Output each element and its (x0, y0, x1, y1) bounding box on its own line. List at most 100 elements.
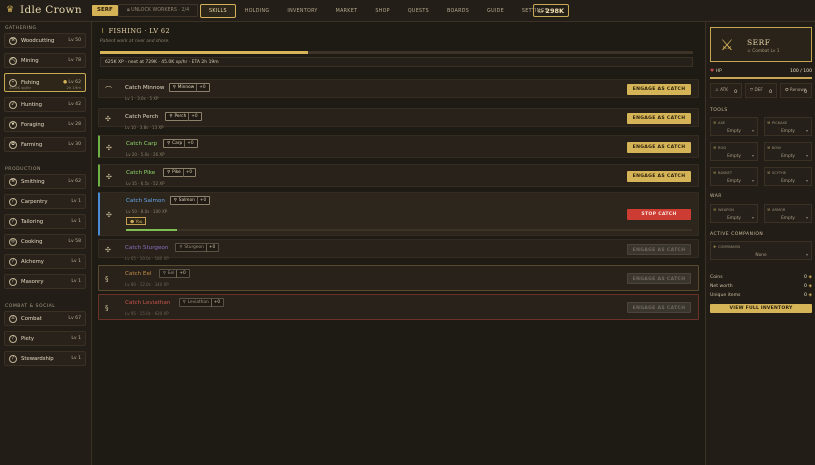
sidebar-item-masonry[interactable]: / Masonry Lv 1 (4, 274, 86, 289)
item-tag-count: +0 (196, 83, 206, 92)
sidebar-item-tailoring[interactable]: / Tailoring Lv 1 (4, 214, 86, 229)
action-meta: Lv 65 · 10.0s · 180 XP (125, 256, 169, 261)
sidebar-item-combat[interactable]: ⚔ Combat Lv 67 (4, 311, 86, 326)
sidebar-item-smithing[interactable]: ⚒ Smithing Lv 62 (4, 174, 86, 189)
slot-axe[interactable]: ⚒ AXE Empty ▾ (710, 117, 758, 136)
slot-icon: ⚒ (713, 121, 717, 125)
scroll-icon: / (9, 354, 17, 363)
sidebar-level-text: Lv 42 (68, 102, 81, 107)
engage-catch-button[interactable]: ENGAGE AS CATCH (627, 273, 691, 284)
slot-scythe[interactable]: ⚒ SCYTHE Empty ▾ (764, 167, 812, 186)
sidebar-item-label: Farming (21, 141, 43, 148)
item-tag: ⚲ Minnow +0 (168, 83, 210, 92)
item-tag-count: +0 (205, 243, 215, 252)
view-inventory-button[interactable]: VIEW FULL INVENTORY (710, 304, 812, 313)
nav-skills[interactable]: SKILLS (200, 4, 236, 18)
nav-guide[interactable]: GUIDE (478, 4, 513, 18)
sidebar-item-label: Masonry (21, 278, 44, 285)
slot-value: Empty (727, 154, 741, 159)
sidebar-item-level: Lv 58 (68, 239, 81, 244)
slot-weapon[interactable]: ⚒ WEAPON Empty ▾ (710, 204, 758, 223)
engage-catch-button[interactable]: ENGAGE AS CATCH (627, 113, 691, 124)
slot-basket[interactable]: ⚒ BASKET Empty ▾ (710, 167, 758, 186)
sidebar-item-cooking[interactable]: ◎ Cooking Lv 58 (4, 234, 86, 249)
engage-catch-button[interactable]: ENGAGE AS CATCH (627, 142, 691, 153)
app-title: Idle Crown (20, 4, 82, 16)
player-card: ⚔ SERF ⚔ Combat Lv 1 (710, 27, 812, 62)
pickaxe-icon: ⛏ (9, 56, 17, 65)
action-row-carp: ✣ Catch Carp ⚲ Carp +0 Lv 20 · 5.0s · 26 X… (98, 135, 699, 158)
summary-net-worth: Net worth 0 ◈ (710, 284, 812, 289)
skills-sidebar: GATHERING ⚒ Woodcutting Lv 50 ⛏ Mining L… (0, 22, 92, 465)
nav-market[interactable]: MARKET (327, 4, 367, 18)
sidebar-item-piety[interactable]: / Piety Lv 1 (4, 331, 86, 346)
sidebar-item-fishing[interactable]: ⌁ Fishing ● Lv 62 45.0K xp/hr 2h 19m (4, 73, 86, 92)
sidebar-item-woodcutting[interactable]: ⚒ Woodcutting Lv 50 (4, 33, 86, 48)
slot-pickaxe[interactable]: ⚒ PICKAXE Empty ▾ (764, 117, 812, 136)
sidebar-level-text: Lv 30 (68, 142, 81, 147)
paw-icon: ❖ (713, 245, 717, 249)
companion-slot[interactable]: ❖ COMPANION None ▾ (710, 241, 812, 260)
sidebar-level-text: Lv 1 (71, 259, 81, 264)
slot-key: BASKET (718, 171, 733, 175)
coin-icon: ◈ (808, 275, 812, 280)
summary-unique-items: Unique items 0 ◈ (710, 293, 812, 298)
item-icon: ⚲ (162, 270, 166, 276)
sidebar-item-label: Stewardship (21, 355, 54, 362)
sidebar-item-alchemy[interactable]: / Alchemy Lv 1 (4, 254, 86, 269)
slot-rod[interactable]: ⚒ ROD Empty ▾ (710, 142, 758, 161)
summary-coins: Coins 0 ◈ (710, 275, 812, 280)
action-meta: Lv 35 · 6.5s · 52 XP (126, 181, 165, 186)
hp-label: HP (715, 69, 722, 74)
nav-holding[interactable]: HOLDING (236, 4, 279, 18)
sidebar-item-stewardship[interactable]: / Stewardship Lv 1 (4, 351, 86, 366)
sidebar-item-label: Combat (21, 315, 42, 322)
item-tag-count: +0 (184, 139, 194, 148)
unlock-workers-button[interactable]: 🔒︎ UNLOCK WORKERS · 2/4 (118, 4, 199, 17)
hp-value: 100 / 100 (789, 69, 812, 74)
swords-icon: ⚔ (9, 314, 17, 323)
sidebar-item-level: Lv 1 (71, 356, 81, 361)
sidebar-item-level: Lv 1 (71, 279, 81, 284)
slot-value: Empty (781, 179, 795, 184)
sidebar-level-text: Lv 67 (68, 316, 81, 321)
stop-catch-button[interactable]: STOP CATCH (627, 209, 691, 220)
sidebar-item-mining[interactable]: ⛏ Mining Lv 78 (4, 53, 86, 68)
slot-bow[interactable]: ⚒ BOW Empty ▾ (764, 142, 812, 161)
slot-key: PICKAXE (772, 121, 788, 125)
coins-display[interactable]: ⛀ 298K (533, 4, 569, 17)
nav-shop[interactable]: SHOP (366, 4, 399, 18)
sidebar-item-label: Cooking (21, 238, 43, 245)
sidebar-level-text: Lv 58 (68, 239, 81, 244)
item-tag-name: Minnow (177, 84, 195, 90)
item-tag-count: +0 (196, 196, 206, 205)
sidebar-item-hunting[interactable]: ➶ Hunting Lv 42 (4, 97, 86, 112)
skill-title: ⌇ FISHING · LV 62 (101, 27, 170, 35)
item-tag-name: Carp (172, 140, 183, 146)
engage-catch-button[interactable]: ENGAGE AS CATCH (627, 302, 691, 313)
summary-value: 0 ◈ (804, 284, 812, 289)
sidebar-level-text: Lv 1 (71, 336, 81, 341)
logo[interactable]: ♛ Idle Crown (6, 4, 82, 16)
nav-inventory[interactable]: INVENTORY (278, 4, 326, 18)
item-tag: ⚲ Salmon +0 (169, 196, 211, 205)
sidebar-item-carpentry[interactable]: / Carpentry Lv 1 (4, 194, 86, 209)
sidebar-eta: 2h 19m (66, 85, 81, 90)
nav-boards[interactable]: BOARDS (438, 4, 478, 18)
sidebar-level-text: Lv 62 (68, 179, 81, 184)
item-icon: ⚲ (182, 299, 186, 305)
action-meta: Lv 20 · 5.0s · 26 XP (126, 152, 165, 157)
sidebar-item-level: Lv 62 (68, 179, 81, 184)
sidebar-item-level: Lv 50 (68, 38, 81, 43)
nav-quests[interactable]: QUESTS (399, 4, 438, 18)
engage-catch-button[interactable]: ENGAGE AS CATCH (627, 84, 691, 95)
sidebar-level-text: Lv 28 (68, 122, 81, 127)
sidebar-item-foraging[interactable]: ❦ Foraging Lv 28 (4, 117, 86, 132)
sidebar-item-farming[interactable]: ✿ Farming Lv 30 (4, 137, 86, 152)
engage-catch-button[interactable]: ENGAGE AS CATCH (627, 171, 691, 182)
item-tag: ⚲ Leviathan +0 (178, 298, 225, 307)
slot-armor[interactable]: ⚒ ARMOR Empty ▾ (764, 204, 812, 223)
axe-icon: ⚒ (9, 36, 17, 45)
slot-icon: ⚒ (767, 171, 771, 175)
engage-catch-button[interactable]: ENGAGE AS CATCH (627, 244, 691, 255)
